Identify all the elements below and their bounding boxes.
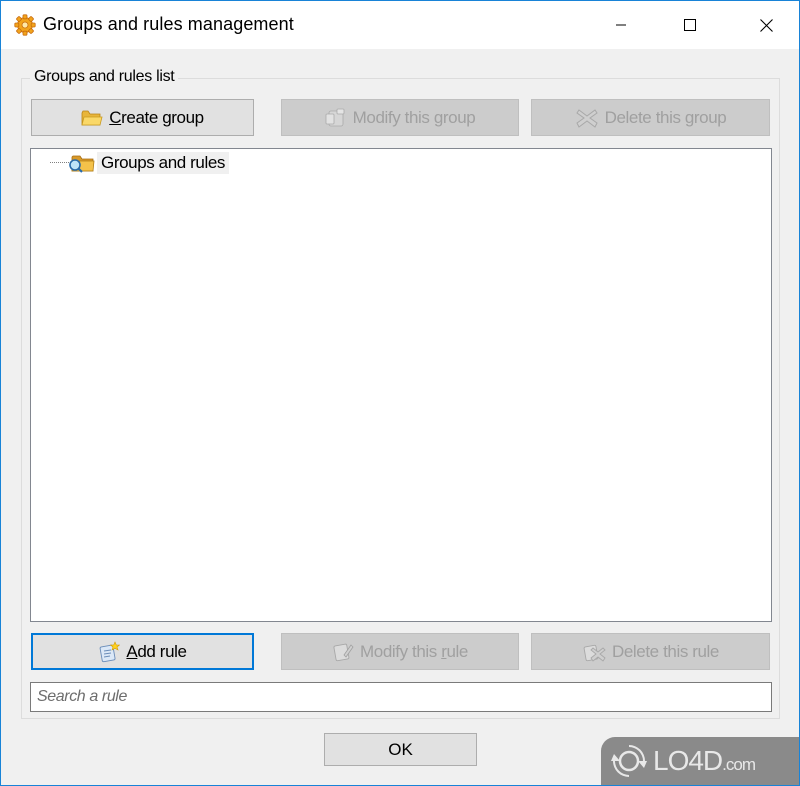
add-rule-label: Add rule xyxy=(126,641,187,661)
lo4d-watermark: LO4D.com xyxy=(601,737,799,785)
tree-node-groups-and-rules[interactable]: Groups and rules xyxy=(67,151,230,175)
folder-search-icon xyxy=(67,152,95,174)
window-title: Groups and rules management xyxy=(43,14,294,34)
delete-rule-button[interactable]: Delete this rule xyxy=(531,633,770,670)
delete-icon xyxy=(575,107,599,129)
modify-group-button[interactable]: Modify this group xyxy=(281,99,519,136)
ok-button[interactable]: OK xyxy=(324,733,477,766)
edit-group-icon xyxy=(325,108,347,128)
lo4d-logo-icon xyxy=(611,745,647,777)
search-rule-input[interactable] xyxy=(30,682,772,712)
dialog-body: Groups and rules list Create group Modif… xyxy=(1,49,799,785)
groupbox-title: Groups and rules list xyxy=(30,68,179,86)
maximize-icon xyxy=(684,19,696,31)
delete-group-button[interactable]: Delete this group xyxy=(531,99,770,136)
minimize-icon xyxy=(616,24,626,26)
edit-rule-icon xyxy=(332,641,354,663)
delete-rule-icon xyxy=(582,641,606,663)
gear-icon xyxy=(14,14,36,36)
title-bar: Groups and rules management xyxy=(1,1,799,49)
modify-rule-button[interactable]: Modify this rule xyxy=(281,633,519,670)
watermark-text: LO4D.com xyxy=(653,745,756,776)
close-icon xyxy=(759,18,773,32)
create-group-label: Create group xyxy=(109,107,204,127)
tree-node-label: Groups and rules xyxy=(97,152,230,174)
add-rule-icon xyxy=(98,640,121,663)
delete-rule-label: Delete this rule xyxy=(612,641,719,661)
delete-group-label: Delete this group xyxy=(604,107,727,127)
maximize-button[interactable] xyxy=(667,1,713,49)
minimize-button[interactable] xyxy=(598,1,644,49)
dialog-window: Groups and rules management Groups and r… xyxy=(0,0,800,786)
create-group-button[interactable]: Create group xyxy=(31,99,254,136)
groups-tree-view[interactable]: Groups and rules xyxy=(30,148,772,622)
close-button[interactable] xyxy=(743,1,789,49)
modify-group-label: Modify this group xyxy=(352,107,476,127)
folder-icon xyxy=(81,109,103,127)
add-rule-button[interactable]: Add rule xyxy=(31,633,254,670)
modify-rule-label: Modify this rule xyxy=(360,641,468,661)
